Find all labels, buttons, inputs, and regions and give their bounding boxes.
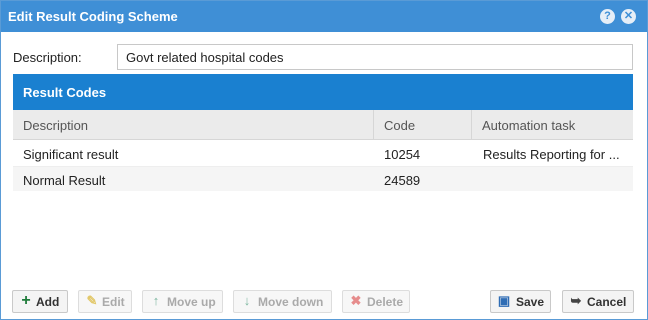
panel-title: Result Codes [23,85,107,100]
cell-description: Normal Result [23,173,106,188]
column-header-automation-task[interactable]: Automation task [472,110,633,140]
description-label: Description: [13,50,82,65]
cell-automation-task: Results Reporting for ... [483,147,620,162]
save-label: Save [516,295,545,309]
floppy-disk-icon: ▣ [497,293,511,308]
exit-arrow-icon: ➥ [570,293,582,308]
add-label: Add [36,295,60,309]
column-label: Description [23,118,89,133]
edit-label: Edit [102,295,125,309]
column-header-description[interactable]: Description [13,110,374,140]
move-up-button[interactable]: ↑ Move up [142,290,223,313]
move-up-label: Move up [167,295,216,309]
close-icon[interactable]: ✕ [621,9,636,24]
help-icon[interactable]: ? [600,9,615,24]
column-label: Code [384,118,416,133]
edit-button[interactable]: ✎ Edit [78,290,132,313]
panel-header: Result Codes [13,74,633,110]
cell-code: 24589 [384,173,421,188]
plus-icon: + [21,292,31,309]
arrow-down-icon: ↓ [243,293,251,308]
delete-label: Delete [367,295,404,309]
table-row[interactable]: Significant result 10254 Results Reporti… [13,141,633,166]
cell-code: 10254 [384,147,421,162]
arrow-up-icon: ↑ [152,293,160,308]
cell-description: Significant result [23,147,119,162]
delete-x-icon: ✖ [350,293,362,308]
move-down-button[interactable]: ↓ Move down [233,290,332,313]
dialog-title: Edit Result Coding Scheme [8,9,178,24]
save-button[interactable]: ▣ Save [490,290,551,313]
pencil-icon: ✎ [86,293,98,308]
move-down-label: Move down [258,295,324,309]
result-codes-panel: Result Codes Description Code Automation… [13,74,633,286]
edit-result-coding-scheme-dialog: Edit Result Coding Scheme ? ✕ Descriptio… [0,0,648,320]
column-header-code[interactable]: Code [374,110,472,140]
add-button[interactable]: + Add [12,290,68,313]
button-toolbar: + Add ✎ Edit ↑ Move up ↓ Move down ✖ Del… [1,288,647,320]
cancel-label: Cancel [587,295,627,309]
cancel-button[interactable]: ➥ Cancel [562,290,634,313]
column-label: Automation task [482,118,576,133]
dialog-titlebar: Edit Result Coding Scheme ? ✕ [1,1,647,32]
grid-header: Description Code Automation task [13,110,633,140]
description-field[interactable] [117,44,633,70]
table-row[interactable]: Normal Result 24589 [13,166,633,191]
delete-button[interactable]: ✖ Delete [342,290,410,313]
